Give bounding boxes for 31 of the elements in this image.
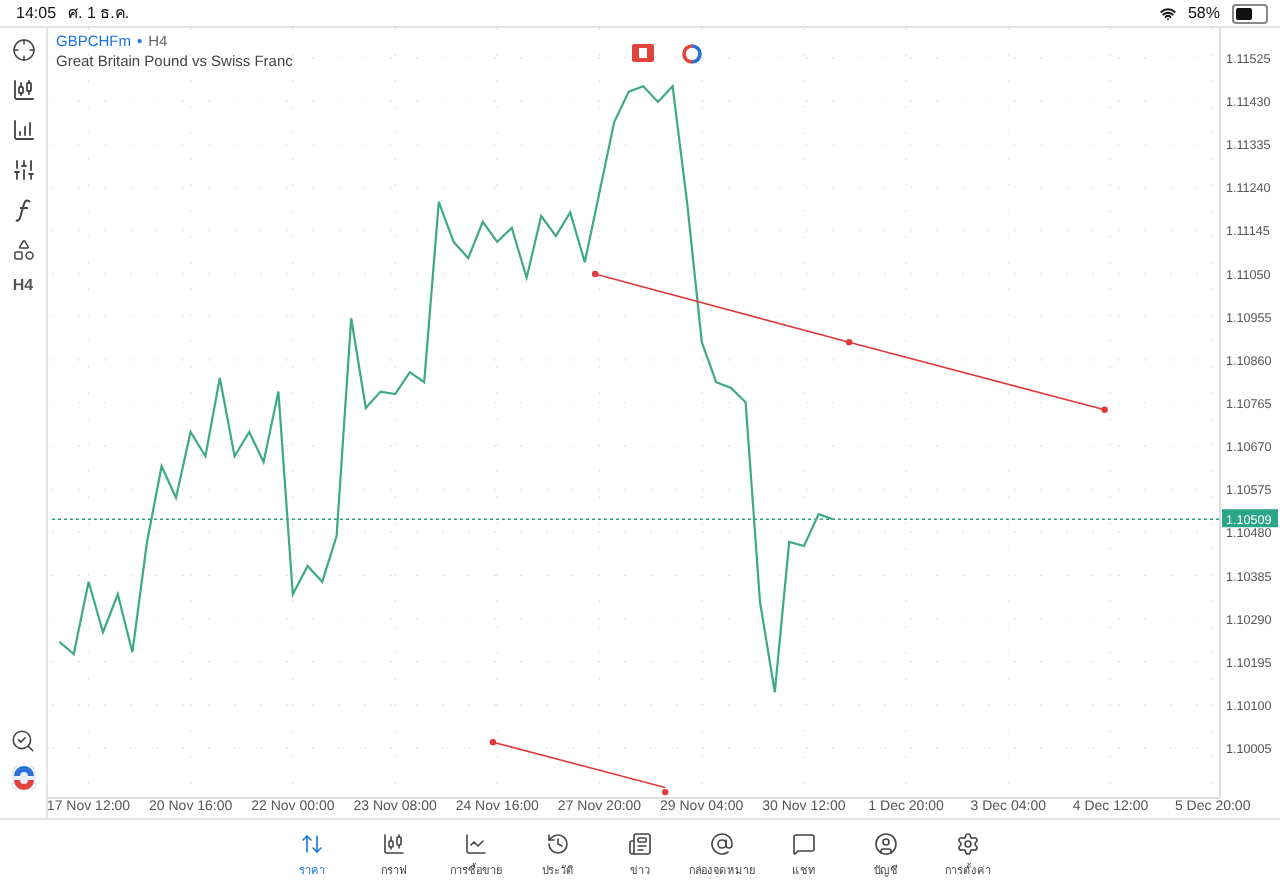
ring-icon[interactable] [682,44,702,64]
trend-line-handle[interactable] [591,270,599,278]
newspaper-icon [628,832,652,856]
search-chart-icon[interactable] [10,727,36,753]
shapes-icon[interactable] [11,238,35,262]
candlestick-icon [382,832,406,856]
crosshair-icon[interactable] [11,38,35,62]
history-icon [546,832,570,856]
candlestick-icon[interactable] [11,78,35,102]
arrows-icon [300,832,324,856]
clock-time: 14:05 [16,4,57,22]
battery-icon [1232,3,1268,23]
trend-line[interactable] [492,741,666,789]
settings-icon [956,832,980,856]
trend-line-handle[interactable] [845,338,853,346]
status-date: ศ. 1 ธ.ค. [68,2,130,26]
at-sign-icon [710,832,734,856]
sliders-icon[interactable] [11,158,35,182]
chat-bubble-icon [792,832,816,856]
bar-chart-icon[interactable] [11,118,35,142]
one-click-trading-icon[interactable] [632,44,654,62]
trend-line-handle[interactable] [662,788,669,796]
trend-line-handle[interactable] [1101,406,1108,413]
user-icon [874,832,898,856]
app-logo-icon[interactable] [11,766,35,790]
battery-percent: 58% [1187,4,1220,22]
function-icon[interactable] [13,198,33,222]
wifi-icon [1159,5,1176,21]
timeframe-button[interactable]: H4 [12,276,34,294]
trend-line-handle[interactable] [489,738,497,746]
line-chart-icon [464,832,488,856]
